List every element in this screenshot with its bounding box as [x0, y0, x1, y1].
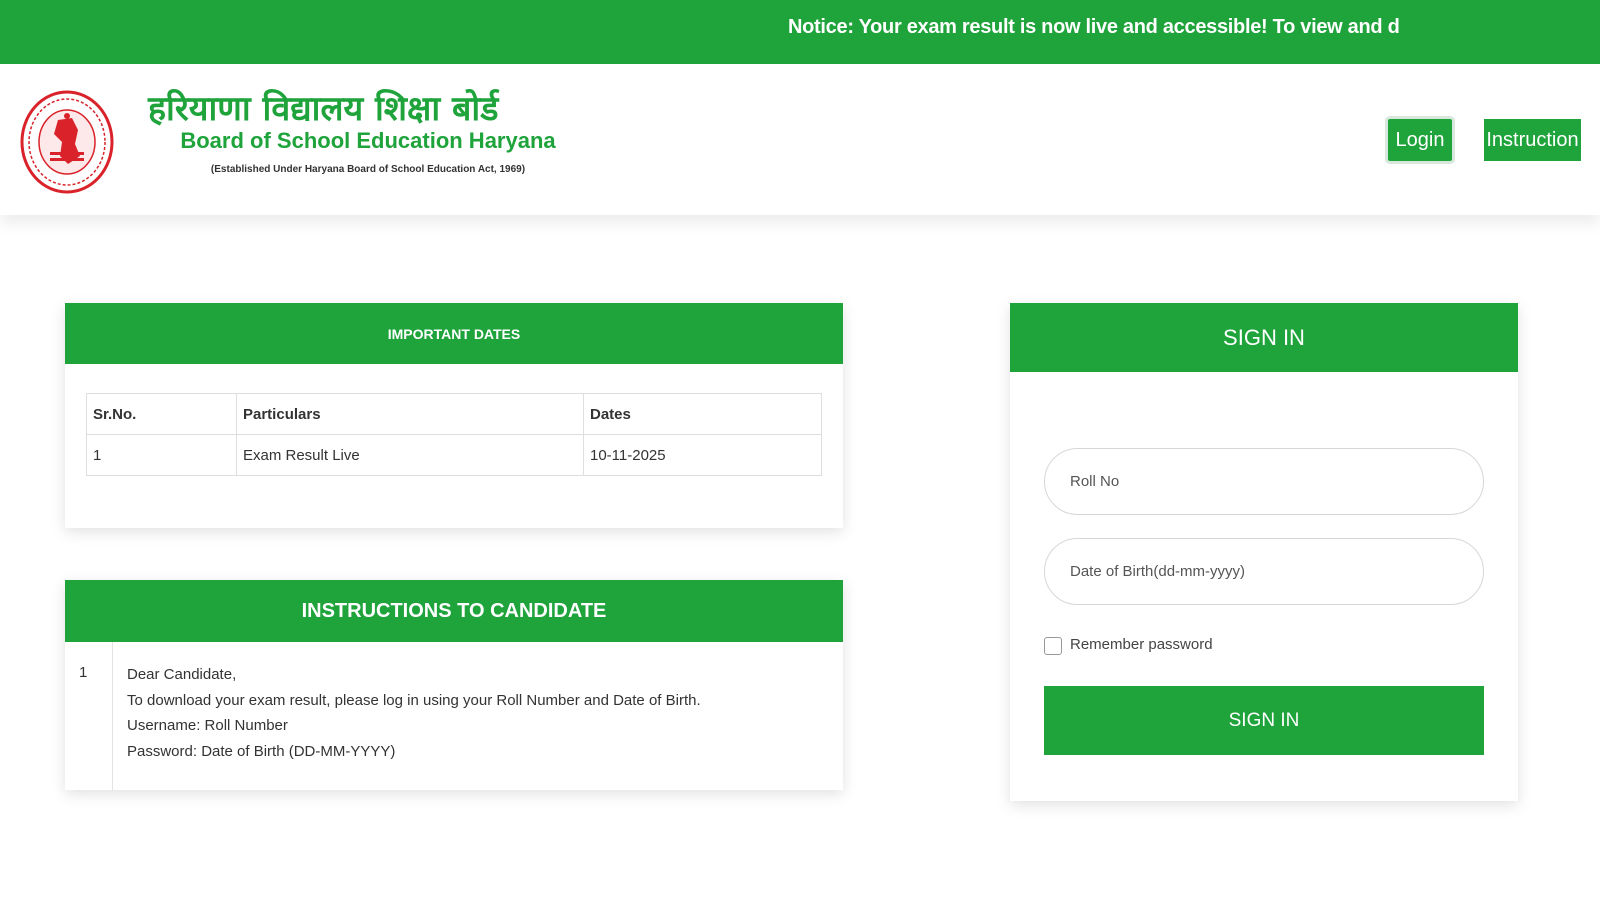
- instruction-line: Dear Candidate,: [127, 666, 237, 683]
- cell-date: 10-11-2025: [583, 434, 822, 476]
- remember-password-checkbox[interactable]: [1044, 637, 1062, 655]
- important-dates-heading: IMPORTANT DATES: [65, 303, 843, 364]
- board-seal-icon: [20, 90, 114, 194]
- instruction-lines: Dear Candidate, To download your exam re…: [113, 642, 701, 790]
- instruction-line: To download your exam result, please log…: [127, 691, 701, 709]
- signin-heading: SIGN IN: [1010, 303, 1518, 372]
- instructions-body: 1 Dear Candidate, To download your exam …: [65, 642, 843, 790]
- signin-button[interactable]: SIGN IN: [1044, 686, 1484, 755]
- column-header-dates: Dates: [583, 393, 822, 435]
- table-row: 1 Exam Result Live 10-11-2025: [86, 434, 822, 476]
- board-subtitle: (Established Under Haryana Board of Scho…: [210, 164, 526, 175]
- signin-card: SIGN IN Remember password SIGN IN: [1010, 303, 1518, 801]
- instruction-number: 1: [65, 642, 113, 790]
- instruction-line: Password: Date of Birth (DD-MM-YYYY): [127, 742, 396, 760]
- important-dates-card: IMPORTANT DATES Sr.No. Particulars Dates…: [65, 303, 843, 528]
- column-header-particulars: Particulars: [236, 393, 584, 435]
- instructions-heading: INSTRUCTIONS TO CANDIDATE: [65, 580, 843, 642]
- remember-password-label: Remember password: [1070, 635, 1213, 653]
- remember-password[interactable]: Remember password: [1044, 633, 1213, 655]
- roll-no-input[interactable]: [1044, 448, 1484, 515]
- column-header-srno: Sr.No.: [86, 393, 237, 435]
- cell-particulars: Exam Result Live: [236, 434, 584, 476]
- instructions-card: INSTRUCTIONS TO CANDIDATE 1 Dear Candida…: [65, 580, 843, 790]
- dob-input[interactable]: [1044, 538, 1484, 605]
- board-title-hindi: हरियाणा विद्यालय शिक्षा बोर्ड: [148, 89, 499, 129]
- instruction-line: Username: Roll Number: [127, 717, 288, 734]
- login-button[interactable]: Login: [1388, 119, 1452, 161]
- instruction-button[interactable]: Instruction: [1484, 119, 1581, 161]
- cell-srno: 1: [86, 434, 237, 476]
- table-header-row: Sr.No. Particulars Dates: [86, 393, 822, 435]
- notice-marquee: Notice: Your exam result is now live and…: [788, 16, 1400, 38]
- notice-bar: Notice: Your exam result is now live and…: [0, 0, 1600, 64]
- site-header: हरियाणा विद्यालय शिक्षा बोर्ड Board of S…: [0, 64, 1600, 215]
- important-dates-table: Sr.No. Particulars Dates 1 Exam Result L…: [86, 393, 822, 476]
- board-title-english: Board of School Education Haryana: [180, 128, 556, 153]
